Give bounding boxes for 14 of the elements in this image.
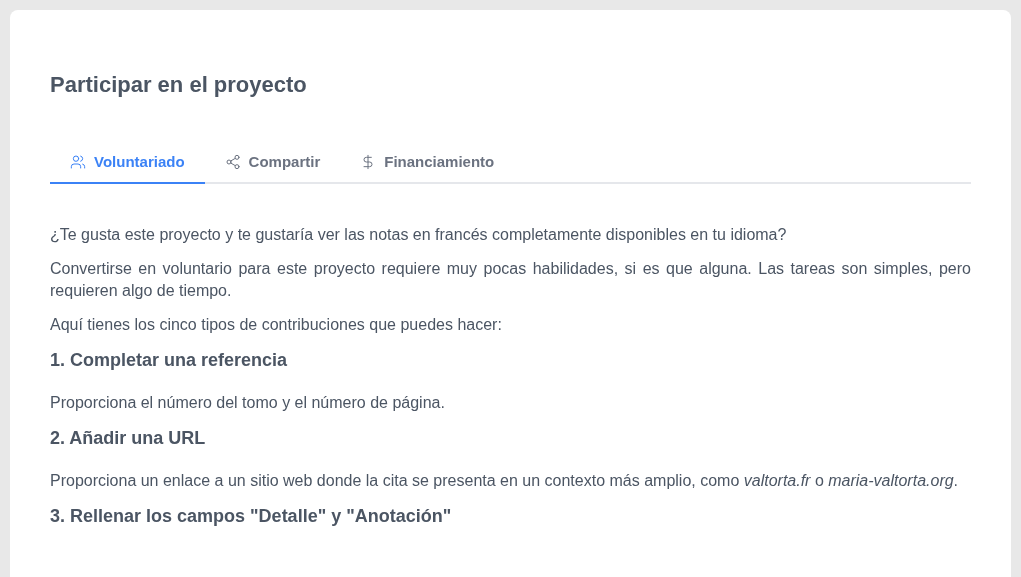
paragraph: Proporciona un enlace a un sitio web donde la cita se presenta en un contexto más amplio, como valtorta.fr o maria-valtorta.org.	[50, 471, 960, 491]
users-icon	[70, 154, 86, 170]
section-heading: 1. Completar una referencia	[50, 349, 289, 372]
paragraph: Proporciona el número del tomo y el número de página.	[50, 393, 446, 413]
share-icon	[224, 154, 241, 170]
paragraph: Aquí tienes los cinco tipos de contribuciones que puedes hacer:	[50, 315, 503, 335]
section-heading: 3. Rellenar los campos "Detalle" y "Anotación"	[50, 505, 453, 528]
tab[interactable]: Financiamiento	[340, 142, 515, 184]
tab[interactable]: Compartir	[204, 142, 341, 184]
section-heading: 2. Añadir una URL	[50, 427, 207, 450]
paragraph: ¿Te gusta este proyecto y te gustaría ver las notas en francés completamente disponibles en tu idioma?	[50, 225, 788, 245]
page-title: Participar en el proyecto	[50, 71, 308, 99]
paragraph: Convertirse en voluntario para este proyecto requiere muy pocas habilidades, si es que alguna. Las tareas son simples, pero requieren algo de tiempo.	[50, 259, 971, 301]
tab[interactable]: Voluntariado	[50, 142, 205, 184]
